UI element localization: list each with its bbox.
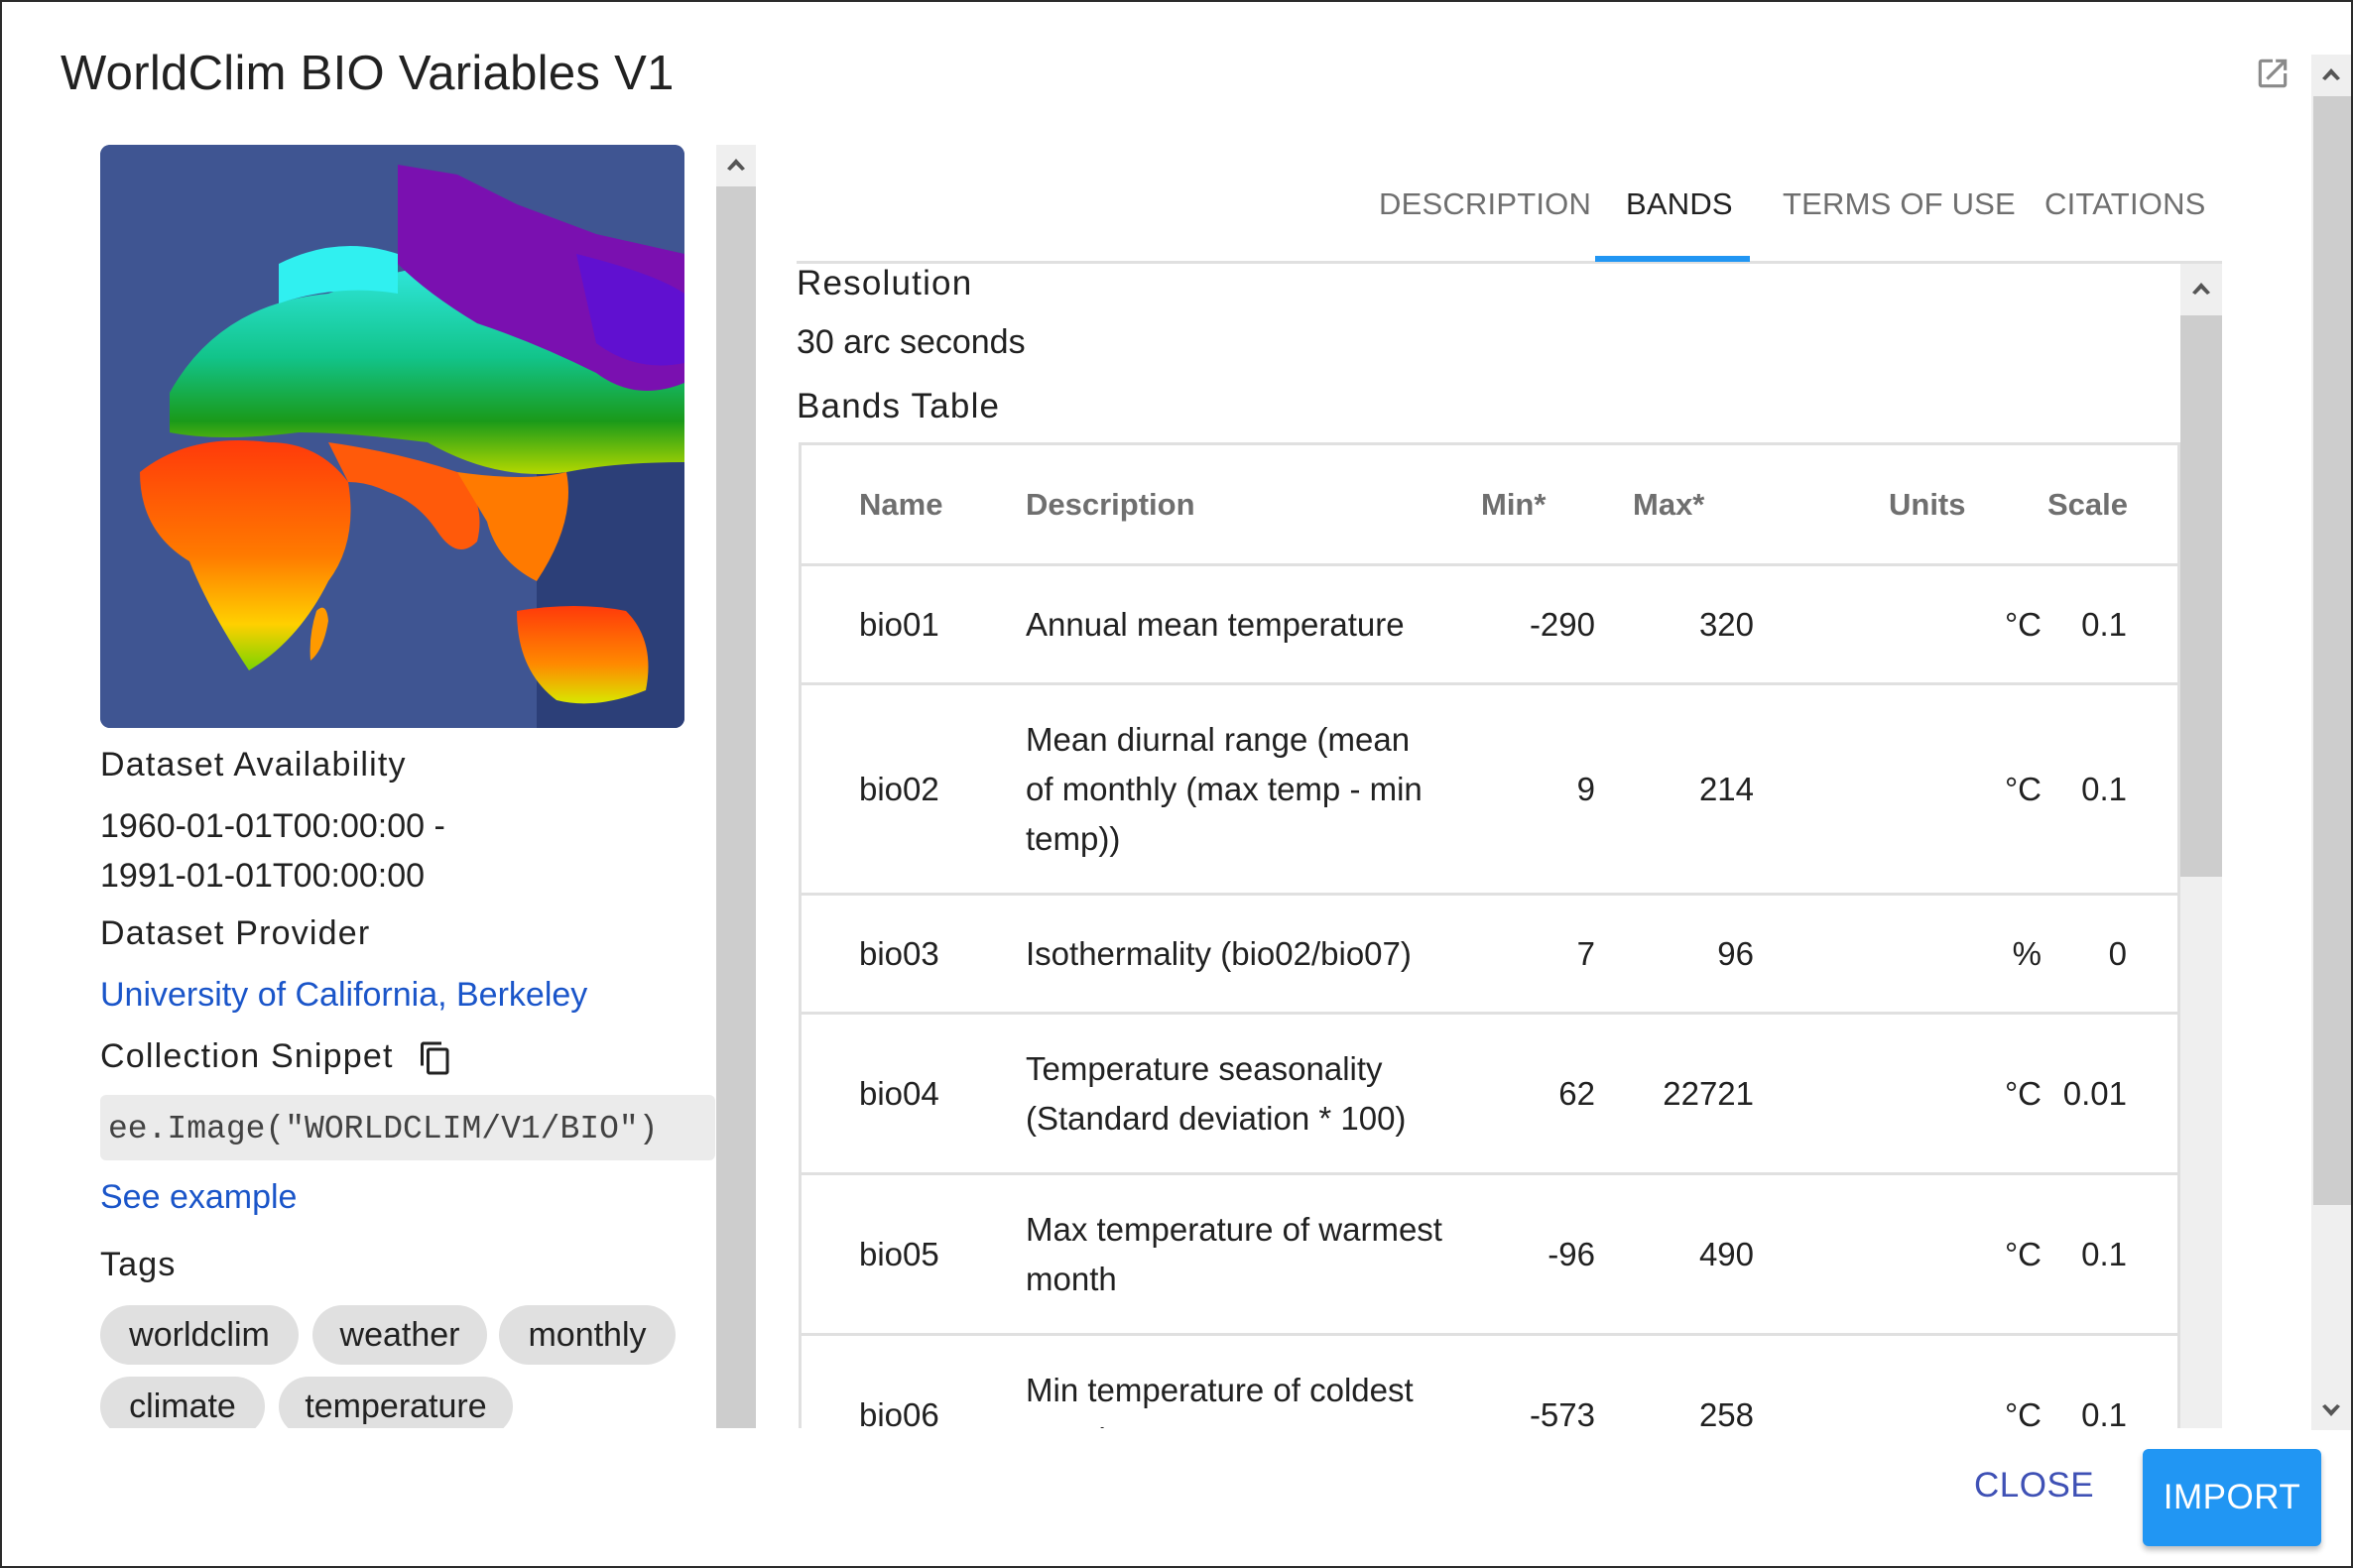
tab-terms-of-use[interactable]: TERMS OF USE [1783, 186, 2016, 222]
band-units: °C [2004, 1235, 2042, 1272]
dialog-scrollbar[interactable] [2311, 55, 2351, 1430]
band-min: 62 [1558, 1074, 1595, 1112]
table-row: bio03 Isothermality (bio02/bio07) 7 96 %… [802, 896, 2177, 1015]
table-row: bio02 Mean diurnal range (mean of monthl… [802, 685, 2177, 896]
band-description: Mean diurnal range (mean of monthly (max… [1026, 720, 1423, 857]
column-header-max: Max* [1633, 486, 1705, 522]
band-min: -96 [1548, 1235, 1595, 1272]
band-description: Max temperature of warmest month [1026, 1210, 1442, 1297]
column-header-scale: Scale [2047, 486, 2129, 522]
dataset-sidebar: Dataset Availability 1960-01-01T00:00:00… [98, 145, 715, 1428]
tab-bands[interactable]: BANDS [1626, 186, 1733, 222]
bands-table: Name Description Min* Max* Units Scale b… [799, 442, 2180, 1428]
band-name: bio03 [859, 934, 939, 972]
tab-citations[interactable]: CITATIONS [2044, 186, 2206, 222]
scroll-up-icon[interactable] [2180, 264, 2222, 313]
collection-snippet[interactable]: ee.Image("WORLDCLIM/V1/BIO") [100, 1095, 715, 1160]
tag-chip[interactable]: worldclim [100, 1305, 299, 1365]
open-in-new-icon[interactable] [2254, 55, 2291, 92]
band-name: bio01 [859, 605, 939, 643]
availability-label: Dataset Availability [100, 746, 407, 784]
resolution-value: 30 arc seconds [797, 323, 1026, 361]
provider-label: Dataset Provider [100, 914, 371, 952]
tag-chip[interactable]: weather [312, 1305, 487, 1365]
scroll-up-icon[interactable] [716, 145, 756, 184]
world-temperature-map [100, 145, 684, 728]
band-description: Min temperature of coldest month [1026, 1371, 1414, 1429]
band-units: °C [2004, 770, 2042, 807]
tag-chip[interactable]: monthly [499, 1305, 676, 1365]
band-min: 7 [1576, 934, 1595, 972]
table-header-row: Name Description Min* Max* Units Scale [802, 445, 2177, 566]
sidebar-scrollbar[interactable] [716, 145, 756, 1428]
band-min: 9 [1576, 770, 1595, 807]
band-scale: 0 [2108, 934, 2127, 972]
dataset-thumbnail [100, 145, 684, 728]
resolution-label: Resolution [797, 264, 973, 302]
sidebar-scrollbar-thumb[interactable] [716, 186, 756, 1428]
band-max: 214 [1698, 770, 1754, 807]
table-row: bio04 Temperature seasonality (Standard … [802, 1015, 2177, 1175]
tag-chip[interactable]: climate [100, 1377, 265, 1428]
band-min: -573 [1529, 1395, 1595, 1429]
bands-panel: Resolution 30 arc seconds Bands Table Na… [797, 264, 2180, 1428]
scroll-down-icon[interactable] [2311, 1390, 2351, 1430]
band-units: °C [2004, 1395, 2042, 1429]
bands-table-label: Bands Table [797, 387, 1001, 425]
band-name: bio05 [859, 1235, 939, 1272]
provider-link[interactable]: University of California, Berkeley [100, 970, 587, 1020]
band-name: bio06 [859, 1395, 939, 1429]
band-units: °C [2004, 605, 2042, 643]
tab-bar: DESCRIPTION BANDS TERMS OF USE CITATIONS [797, 169, 2222, 264]
dialog-scrollbar-thumb[interactable] [2313, 96, 2351, 1205]
close-button[interactable]: CLOSE [1974, 1466, 2094, 1506]
availability-end: 1991-01-01T00:00:00 [100, 857, 426, 895]
tags-label: Tags [100, 1246, 177, 1283]
band-units: °C [2004, 1074, 2042, 1112]
copy-icon[interactable] [418, 1039, 453, 1077]
band-name: bio02 [859, 770, 939, 807]
band-max: 96 [1717, 934, 1754, 972]
column-header-description: Description [1026, 486, 1195, 522]
band-max: 258 [1698, 1395, 1754, 1429]
band-min: -290 [1529, 605, 1595, 643]
band-max: 320 [1698, 605, 1754, 643]
band-scale: 0.1 [2081, 1395, 2127, 1429]
active-tab-indicator [1595, 256, 1750, 262]
import-button[interactable]: IMPORT [2143, 1449, 2321, 1546]
bands-scrollbar[interactable] [2180, 264, 2222, 1428]
band-max: 490 [1698, 1235, 1754, 1272]
table-row: bio05 Max temperature of warmest month -… [802, 1175, 2177, 1336]
column-header-name: Name [859, 486, 943, 522]
bands-scrollbar-thumb[interactable] [2180, 315, 2222, 877]
band-max: 22721 [1663, 1074, 1754, 1112]
band-name: bio04 [859, 1074, 939, 1112]
availability-start: 1960-01-01T00:00:00 - [100, 807, 445, 845]
scroll-up-icon[interactable] [2311, 55, 2351, 94]
see-example-link[interactable]: See example [100, 1172, 297, 1222]
band-description: Temperature seasonality (Standard deviat… [1026, 1049, 1407, 1137]
table-row: bio06 Min temperature of coldest month -… [802, 1336, 2177, 1429]
band-description: Annual mean temperature [1026, 605, 1405, 643]
column-header-units: Units [1889, 486, 1966, 522]
band-units: % [2012, 934, 2042, 972]
dialog-title: WorldClim BIO Variables V1 [61, 47, 675, 100]
tab-description[interactable]: DESCRIPTION [1379, 186, 1591, 222]
band-description: Isothermality (bio02/bio07) [1026, 934, 1412, 972]
band-scale: 0.1 [2081, 770, 2127, 807]
band-scale: 0.01 [2062, 1074, 2127, 1112]
band-scale: 0.1 [2081, 605, 2127, 643]
snippet-label: Collection Snippet [100, 1037, 394, 1075]
column-header-min: Min* [1481, 486, 1547, 522]
tag-chip[interactable]: temperature [279, 1377, 513, 1428]
band-scale: 0.1 [2081, 1235, 2127, 1272]
table-row: bio01 Annual mean temperature -290 320 °… [802, 566, 2177, 685]
